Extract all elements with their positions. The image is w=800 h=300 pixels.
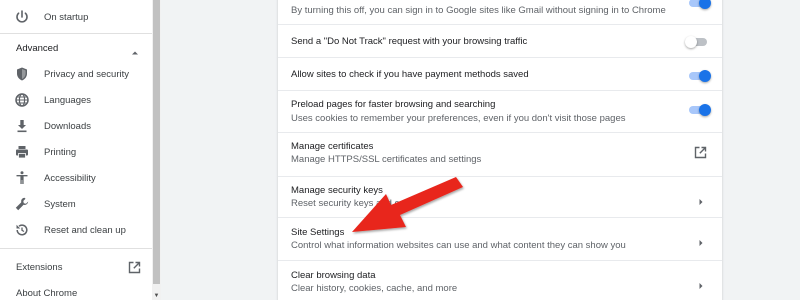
- sidebar-item-label: Extensions: [16, 261, 63, 273]
- row-description: Control what information websites can us…: [291, 240, 626, 251]
- sidebar-item-accessibility[interactable]: Accessibility: [0, 165, 152, 191]
- power-icon: [14, 9, 30, 25]
- settings-row-payment-methods[interactable]: Allow sites to check if you have payment…: [278, 58, 722, 90]
- row-title: Manage security keys: [291, 185, 383, 196]
- chrome-signin-toggle[interactable]: [687, 0, 711, 9]
- row-title: Manage certificates: [291, 141, 374, 152]
- sidebar-item-label: About Chrome: [16, 287, 78, 299]
- sidebar-item-label: Downloads: [44, 120, 91, 132]
- chevron-right-icon[interactable]: [697, 193, 705, 205]
- row-title: Preload pages for faster browsing and se…: [291, 99, 496, 110]
- advanced-settings-card: By turning this off, you can sign in to …: [278, 0, 722, 300]
- sidebar-item-label: Printing: [44, 146, 77, 158]
- scrollbar-thumb[interactable]: [153, 0, 160, 284]
- do-not-track-toggle[interactable]: [685, 36, 709, 48]
- payment-methods-toggle[interactable]: [687, 70, 711, 82]
- sidebar-item-label: Reset and clean up: [44, 224, 126, 236]
- settings-row-manage-certificates[interactable]: Manage certificates Manage HTTPS/SSL cer…: [278, 133, 722, 175]
- sidebar-item-label: Privacy and security: [44, 68, 130, 80]
- toggle-knob: [685, 36, 697, 48]
- chevron-up-icon: [131, 44, 139, 55]
- row-description: Manage HTTPS/SSL certificates and settin…: [291, 154, 482, 165]
- settings-sidebar: On startup Advanced Privacy and security…: [0, 0, 152, 300]
- row-description: By turning this off, you can sign in to …: [291, 5, 666, 16]
- sidebar-item-printing[interactable]: Printing: [0, 139, 152, 165]
- sidebar-item-system[interactable]: System: [0, 191, 152, 217]
- printer-icon: [14, 144, 30, 160]
- toggle-knob: [699, 104, 711, 116]
- chevron-right-icon[interactable]: [697, 277, 705, 289]
- settings-row-do-not-track[interactable]: Send a "Do Not Track" request with your …: [278, 25, 722, 57]
- sidebar-item-on-startup[interactable]: On startup: [0, 4, 152, 30]
- sidebar-item-reset[interactable]: Reset and clean up: [0, 217, 152, 243]
- sidebar-scrollbar[interactable]: ▼: [152, 0, 161, 300]
- shield-icon: [14, 66, 30, 82]
- sidebar-advanced-toggle[interactable]: Advanced: [0, 35, 152, 61]
- reset-icon: [14, 222, 30, 238]
- sidebar-item-label: System: [44, 198, 76, 210]
- settings-row-chrome-signin[interactable]: By turning this off, you can sign in to …: [278, 0, 722, 24]
- sidebar-item-label: On startup: [44, 11, 89, 23]
- row-title: Allow sites to check if you have payment…: [291, 69, 529, 80]
- sidebar-item-label: Accessibility: [44, 172, 96, 184]
- globe-icon: [14, 92, 30, 108]
- external-link-icon[interactable]: [694, 146, 707, 159]
- wrench-icon: [14, 196, 30, 212]
- chevron-right-icon[interactable]: [697, 234, 705, 246]
- settings-row-site-settings[interactable]: Site Settings Control what information w…: [278, 218, 722, 260]
- row-description: Reset security keys and c: [291, 198, 400, 209]
- settings-row-clear-browsing-data[interactable]: Clear browsing data Clear history, cooki…: [278, 261, 722, 300]
- sidebar-item-about[interactable]: About Chrome: [0, 280, 152, 300]
- scroll-down-arrow-icon[interactable]: ▼: [152, 291, 161, 300]
- sidebar-item-privacy[interactable]: Privacy and security: [0, 61, 152, 87]
- preload-pages-toggle[interactable]: [687, 104, 711, 116]
- sidebar-item-languages[interactable]: Languages: [0, 87, 152, 113]
- external-link-icon: [128, 261, 141, 274]
- sidebar-item-downloads[interactable]: Downloads: [0, 113, 152, 139]
- chrome-settings-page: On startup Advanced Privacy and security…: [0, 0, 800, 300]
- settings-row-preload-pages[interactable]: Preload pages for faster browsing and se…: [278, 91, 722, 131]
- sidebar-section-advanced: Advanced: [16, 42, 59, 54]
- row-title: Send a "Do Not Track" request with your …: [291, 36, 528, 47]
- row-description: Clear history, cookies, cache, and more: [291, 283, 458, 294]
- sidebar-divider: [0, 33, 152, 34]
- toggle-knob: [699, 70, 711, 82]
- settings-row-security-keys[interactable]: Manage security keys Reset security keys…: [278, 177, 722, 217]
- download-icon: [14, 118, 30, 134]
- sidebar-item-label: Languages: [44, 94, 92, 106]
- sidebar-item-extensions[interactable]: Extensions: [0, 254, 152, 280]
- row-description: Uses cookies to remember your preference…: [291, 113, 626, 124]
- accessibility-icon: [14, 170, 30, 186]
- toggle-knob: [699, 0, 711, 9]
- row-title: Clear browsing data: [291, 270, 376, 281]
- sidebar-divider: [0, 248, 152, 249]
- row-title: Site Settings: [291, 227, 345, 238]
